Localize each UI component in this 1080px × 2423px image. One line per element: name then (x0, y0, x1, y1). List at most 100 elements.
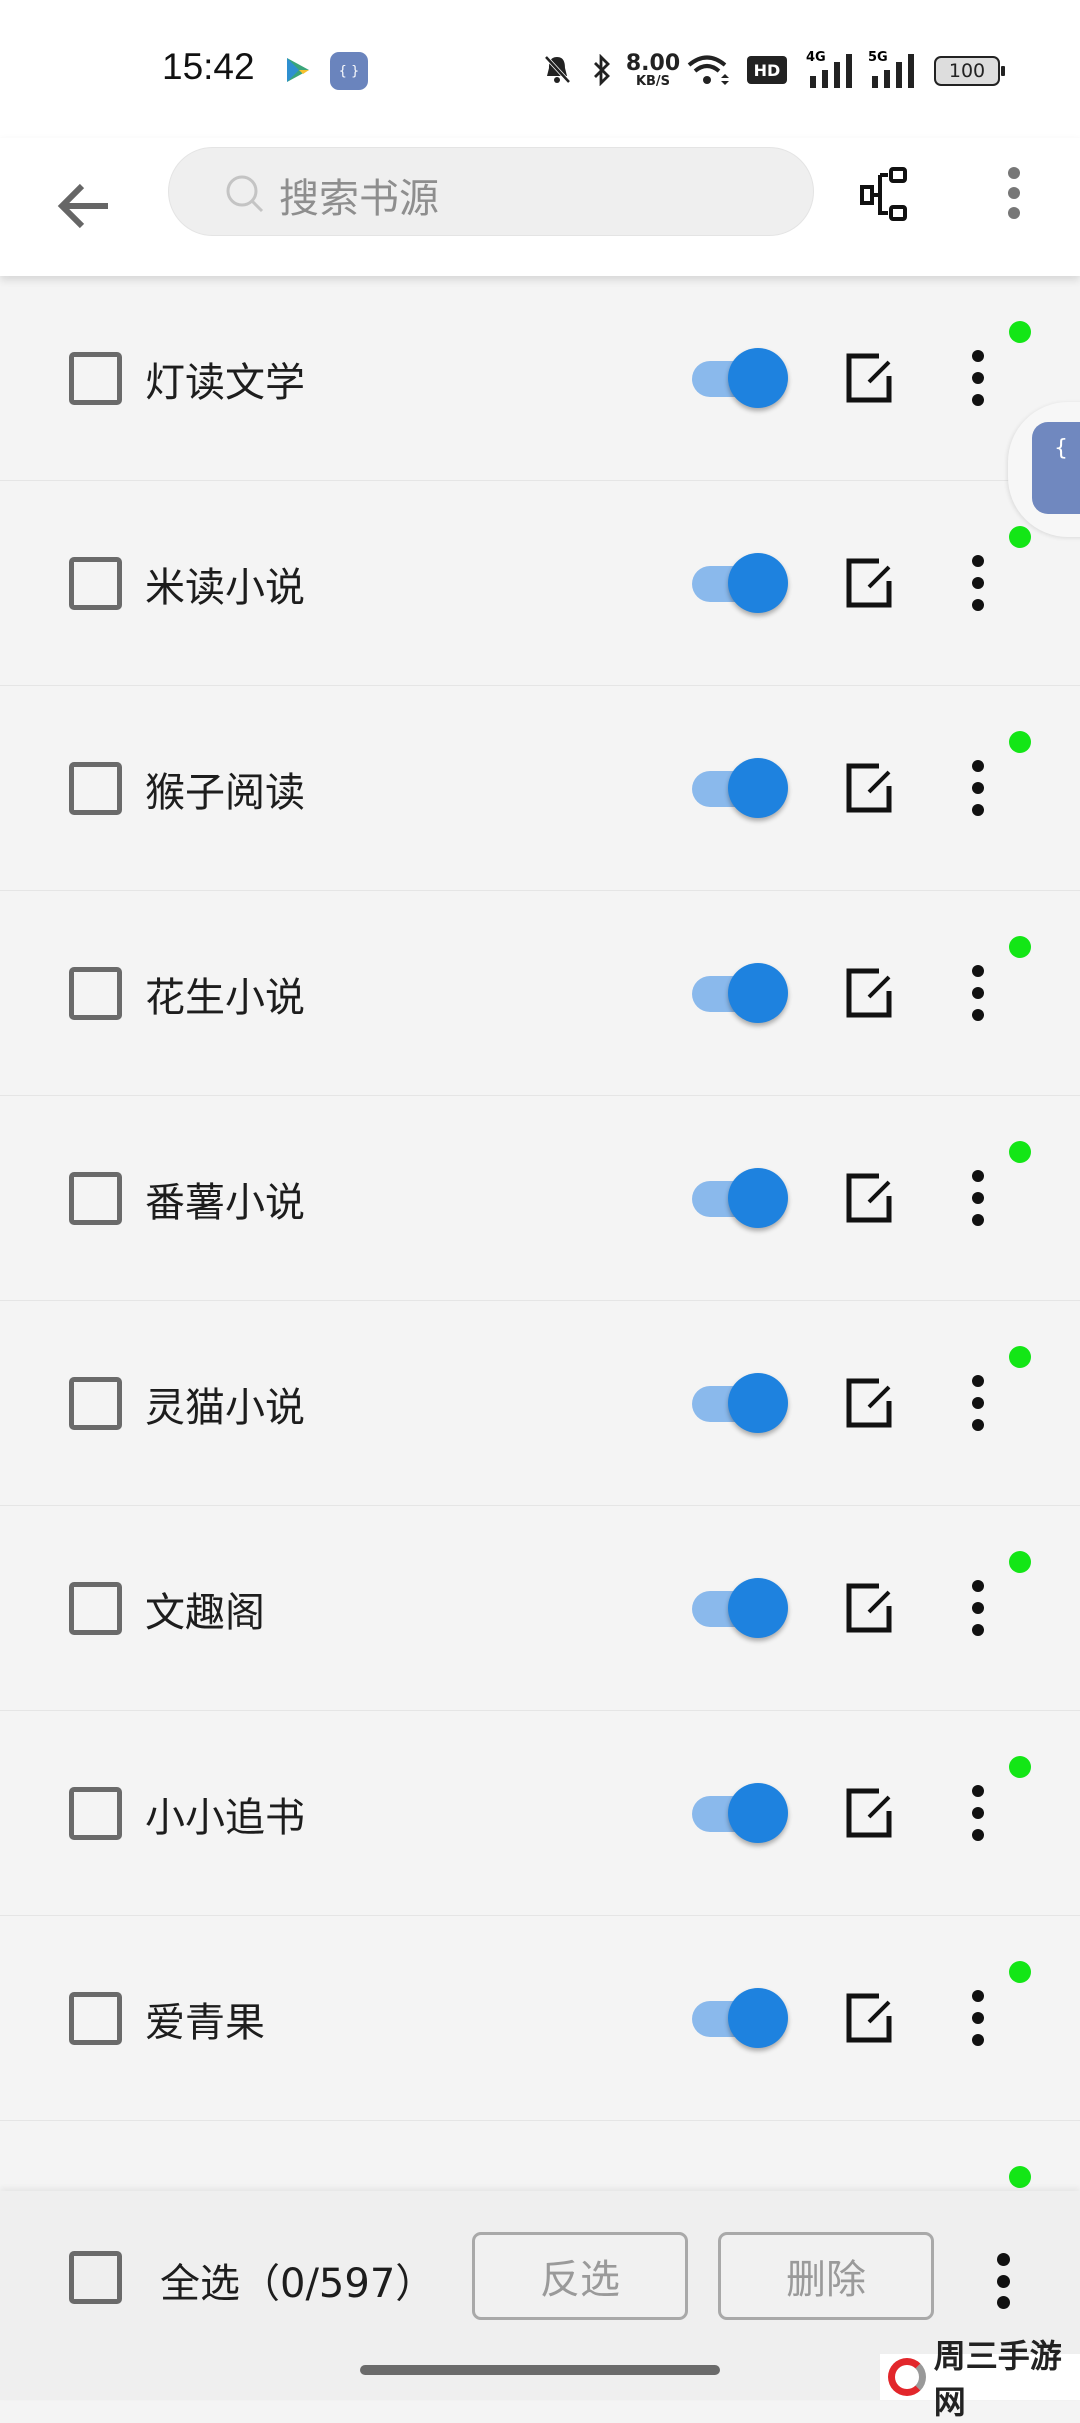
source-list: 灯读文学 米读小说 猴子阅读 花生小说 番薯小说 灵猫小说 文趣阁 小小追书 爱… (0, 276, 1080, 2191)
row-more-button[interactable] (960, 551, 996, 615)
enable-toggle[interactable] (692, 963, 788, 1023)
mute-icon (540, 50, 574, 90)
status-indicator (1009, 1141, 1031, 1163)
edit-icon (846, 1173, 892, 1223)
more-vert-icon (972, 1375, 984, 1387)
more-vert-icon (972, 965, 984, 977)
more-vert-icon (1008, 167, 1020, 219)
enable-toggle[interactable] (692, 1168, 788, 1228)
source-row: 文趣阁 (0, 1506, 1080, 1711)
enable-toggle[interactable] (692, 348, 788, 408)
search-input[interactable]: 搜索书源 (168, 147, 814, 236)
edit-button[interactable] (845, 1992, 895, 2044)
edit-button[interactable] (845, 967, 895, 1019)
source-name: 米读小说 (145, 565, 305, 611)
row-more-button[interactable] (960, 1781, 996, 1845)
more-vert-icon (972, 350, 984, 362)
edit-icon (846, 968, 892, 1018)
net-speed-unit: KB/S (635, 73, 671, 89)
row-checkbox[interactable] (69, 1172, 122, 1225)
bluetooth-icon (590, 50, 614, 90)
edit-button[interactable] (845, 762, 895, 814)
status-indicator (1009, 321, 1031, 343)
invert-selection-button[interactable]: 反选 (472, 2232, 688, 2320)
more-vert-icon (996, 2253, 1010, 2266)
hd-label: HD (753, 60, 781, 80)
edit-button[interactable] (845, 1172, 895, 1224)
row-more-button[interactable] (960, 346, 996, 410)
toggle-thumb (728, 1578, 788, 1638)
toggle-thumb (728, 553, 788, 613)
row-checkbox[interactable] (69, 762, 122, 815)
edit-icon (846, 353, 892, 403)
row-checkbox[interactable] (69, 967, 122, 1020)
edit-icon (846, 763, 892, 813)
enable-toggle[interactable] (692, 758, 788, 818)
more-vert-icon (972, 1580, 984, 1592)
battery-tip (1001, 66, 1005, 76)
selection-count: （0/597） (240, 2261, 436, 2307)
row-more-button[interactable] (960, 1986, 996, 2050)
enable-toggle[interactable] (692, 1783, 788, 1843)
row-checkbox[interactable] (69, 352, 122, 405)
edit-icon (846, 558, 892, 608)
edit-button[interactable] (845, 1377, 895, 1429)
row-more-button[interactable] (960, 961, 996, 1025)
row-more-button[interactable] (960, 1371, 996, 1435)
row-checkbox[interactable] (69, 557, 122, 610)
edit-button[interactable] (845, 557, 895, 609)
toggle-thumb (728, 1783, 788, 1843)
edit-button[interactable] (845, 1787, 895, 1839)
edit-icon (846, 1378, 892, 1428)
signal-4g-icon: 4G (806, 50, 858, 90)
source-row (0, 2121, 1080, 2191)
row-checkbox[interactable] (69, 1582, 122, 1635)
signal-5g-label: 5G (868, 50, 888, 65)
enable-toggle[interactable] (692, 1373, 788, 1433)
signal-4g-label: 4G (806, 50, 826, 65)
enable-toggle[interactable] (692, 1578, 788, 1638)
debug-app-icon: { (1032, 422, 1080, 514)
source-row: 猴子阅读 (0, 686, 1080, 891)
tree-icon (860, 167, 907, 221)
overflow-menu-button[interactable] (979, 158, 1049, 228)
source-name: 花生小说 (145, 975, 305, 1021)
source-name: 灯读文学 (145, 360, 305, 406)
select-all-checkbox[interactable] (69, 2251, 122, 2304)
bottom-more-button[interactable] (985, 2249, 1021, 2313)
clock: 15:42 (162, 46, 255, 87)
enable-toggle[interactable] (692, 553, 788, 613)
play-store-icon (282, 50, 314, 90)
edit-button[interactable] (845, 1582, 895, 1634)
enable-toggle[interactable] (692, 1988, 788, 2048)
row-checkbox[interactable] (69, 1377, 122, 1430)
row-checkbox[interactable] (69, 1992, 122, 2045)
source-name: 小小追书 (145, 1795, 305, 1841)
app-notification-icon: { } (330, 52, 368, 90)
row-more-button[interactable] (960, 1576, 996, 1640)
battery-level: 100 (948, 60, 986, 82)
delete-button[interactable]: 删除 (718, 2232, 934, 2320)
row-more-button[interactable] (960, 756, 996, 820)
row-checkbox[interactable] (69, 1787, 122, 1840)
group-button[interactable] (853, 158, 923, 228)
more-vert-icon (972, 1785, 984, 1797)
source-row: 番薯小说 (0, 1096, 1080, 1301)
toolbar: 搜索书源 (0, 138, 1080, 276)
source-row: 米读小说 (0, 481, 1080, 686)
source-row: 小小追书 (0, 1711, 1080, 1916)
gesture-home-bar[interactable] (360, 2365, 720, 2375)
source-row: 爱青果 (0, 1916, 1080, 2121)
more-vert-icon (972, 555, 984, 567)
source-row: 花生小说 (0, 891, 1080, 1096)
watermark-logo-icon (888, 2358, 926, 2396)
toggle-thumb (728, 1168, 788, 1228)
edit-button[interactable] (845, 352, 895, 404)
source-name: 文趣阁 (145, 1590, 265, 1636)
net-speed: 8.00 KB/S (624, 50, 682, 90)
back-button[interactable] (52, 171, 122, 241)
status-indicator (1009, 2166, 1031, 2188)
select-all-label[interactable]: 全选（0/597） (160, 2251, 435, 2309)
status-indicator (1009, 1346, 1031, 1368)
row-more-button[interactable] (960, 1166, 996, 1230)
